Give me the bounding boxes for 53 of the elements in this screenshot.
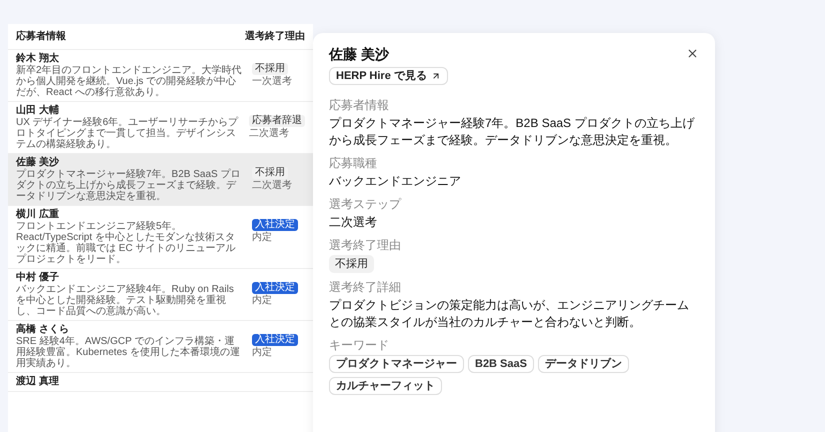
step-text: 二次選考 (249, 128, 289, 140)
applicant-description: フロントエンドエンジニア経験5年。React/TypeScript を中心としたモダンな技術スタックに精通。前職では EC サイトのリニューアルプロジェクトをリード。 (16, 221, 236, 265)
field-label: 選考ステップ (329, 196, 402, 212)
applicant-name: 横川 広重 (16, 209, 60, 221)
reason-tag: 入社決定 (252, 219, 298, 231)
keyword-chip: B2B SaaS (468, 355, 534, 373)
external-link-icon (430, 71, 441, 81)
field-label: 応募者情報 (329, 97, 390, 113)
table-row[interactable]: 佐藤 美沙 プロダクトマネージャー経験7年。B2B SaaS プロダクトの立ち上げから成長フェーズまで経験。データドリブンな意思決定を重視。 不採用 二次選考 (8, 154, 313, 206)
column-header: 応募者情報 (16, 29, 67, 44)
field-value: プロダクトビジョンの策定能力は高いが、エンジニアリングチームとの協業スタイルが当社のカルチャーと合わないと判断。 (329, 297, 690, 331)
reason-tag: 不採用 (252, 63, 288, 75)
table-row[interactable]: 横川 広重 フロントエンドエンジニア経験5年。React/TypeScript を中心としたモダンな技術スタックに精通。前職では EC サイトのリニューアルプロジェクトをリード。 入社決定 内定 (8, 206, 313, 269)
applicant-name: 中村 優子 (16, 272, 60, 284)
step-text: 一次選考 (252, 76, 292, 88)
applicant-name: 鈴木 翔太 (16, 53, 60, 64)
field-value: プロダクトマネージャー経験7年。B2B SaaS プロダクトの立ち上げから成長フェーズまで経験。データドリブンな意思決定を重視。 (329, 115, 696, 149)
field-label: キーワード (329, 337, 390, 353)
reason-tag: 不採用 (252, 167, 288, 179)
field-value: バックエンドエンジニア (329, 173, 462, 190)
applicant-name: 渡辺 真理 (16, 376, 60, 388)
table-row[interactable]: 高橋 さくら SRE 経験4年。AWS/GCP でのインフラ構築・運用経験豊富。Kubernetes を使用した本番環境の運用実績あり。 入社決定 内定 (8, 321, 313, 373)
applicant-description: 新卒2年目のフロントエンドエンジニア。大学時代から個人開発を継続。Vue.js での開発経験が中心だが、React への移行意欲あり。 (16, 65, 243, 98)
keyword-chip: プロダクトマネージャー (329, 355, 464, 373)
reason-tag: 不採用 (329, 255, 374, 273)
keyword-chip: カルチャーフィット (329, 377, 442, 395)
field-label: 選考終了理由 (329, 237, 402, 253)
table-row[interactable]: 鈴木 翔太 新卒2年目のフロントエンドエンジニア。大学時代から個人開発を継続。Vue.js での開発経験が中心だが、React への移行意欲あり。 不採用 一次選考 (8, 50, 313, 102)
close-icon[interactable] (686, 47, 699, 60)
field-label: 選考終了詳細 (329, 279, 402, 295)
reason-tag: 入社決定 (252, 334, 298, 346)
table-row[interactable]: 渡辺 真理 (8, 373, 313, 392)
applicant-name: 山田 大輔 (16, 105, 60, 117)
table-row[interactable]: 中村 優子 バックエンドエンジニア経験4年。Ruby on Rails を中心とした開発経験。テスト駆動開発を重視し、コード品質への意識が高い。 入社決定 内定 (8, 269, 313, 321)
applicant-description: SRE 経験4年。AWS/GCP でのインフラ構築・運用経験豊富。Kubernetes を使用した本番環境の運用実績あり。 (16, 336, 241, 369)
external-link-button[interactable]: HERP Hire で見る (329, 67, 448, 85)
field-label: 応募職種 (329, 155, 378, 171)
applicant-description: プロダクトマネージャー経験7年。B2B SaaS プロダクトの立ち上げから成長フェーズまで経験。データドリブンな意思決定を重視。 (16, 169, 242, 202)
applicant-name: 高橋 さくら (16, 324, 70, 336)
step-text: 内定 (252, 347, 272, 359)
reason-tag: 入社決定 (252, 282, 298, 294)
detail-title: 佐藤 美沙 (329, 45, 389, 63)
table-row[interactable]: 山田 大輔 UX デザイナー経験6年。ユーザーリサーチからプロトタイピングまで一貫して担当。デザインシステムの構築経験あり。 応募者辞退 二次選考 (8, 102, 313, 154)
step-text: 内定 (252, 295, 272, 307)
applicant-description: UX デザイナー経験6年。ユーザーリサーチからプロトタイピングまで一貫して担当。デザインシステムの構築経験あり。 (16, 117, 240, 150)
step-text: 二次選考 (252, 180, 292, 192)
applicant-description: バックエンドエンジニア経験4年。Ruby on Rails を中心とした開発経験。テスト駆動開発を重視し、コード品質への意識が高い。 (16, 284, 235, 317)
keyword-chip: データドリブン (538, 355, 629, 373)
reason-tag: 応募者辞退 (249, 115, 305, 127)
field-value: 二次選考 (329, 214, 378, 231)
applicant-name: 佐藤 美沙 (16, 157, 60, 168)
step-text: 内定 (252, 232, 272, 244)
column-header: 選考終了理由 (245, 30, 305, 44)
